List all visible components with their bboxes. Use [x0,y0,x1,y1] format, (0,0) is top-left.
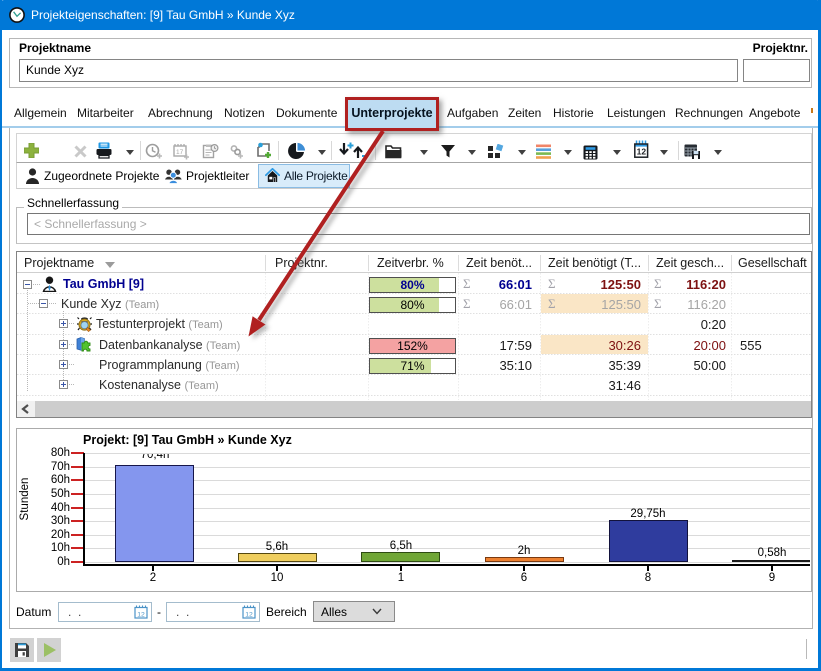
svg-text:12: 12 [137,612,145,619]
svg-text:17: 17 [176,149,184,156]
svg-text:12: 12 [245,612,253,619]
svg-text:12: 12 [637,147,647,157]
